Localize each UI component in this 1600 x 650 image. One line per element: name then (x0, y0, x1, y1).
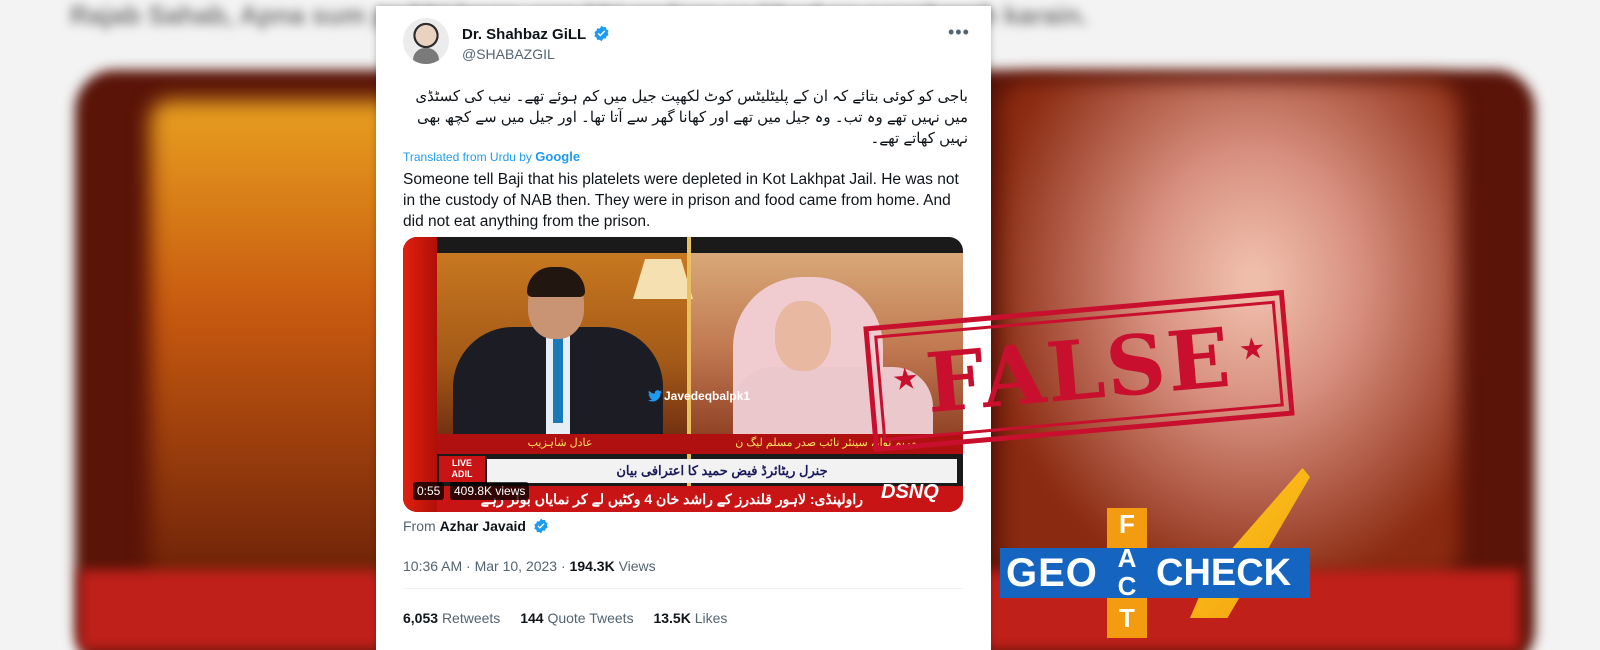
author-name-text[interactable]: Dr. Shahbaz GiLL (462, 26, 586, 43)
author-handle[interactable]: @SHABAZGIL (462, 46, 555, 62)
tweet-text-urdu: باجی کو کوئی بتائے کہ ان کے پلیٹلیٹس کوٹ… (415, 88, 968, 147)
video-source: From Azhar Javaid (403, 518, 549, 537)
stat-quote-tweets[interactable]: 144 Quote Tweets (520, 610, 633, 626)
divider (403, 588, 963, 589)
video-views: 409.8K views (450, 482, 530, 500)
video-guest-face (775, 301, 831, 371)
verified-badge-icon (593, 25, 610, 46)
live-label: LIVE (451, 458, 472, 468)
verified-badge-icon (533, 518, 549, 537)
logo-check-text: CHECK (1156, 552, 1292, 594)
video-watermark-text: Javedeqbalpk1 (664, 389, 751, 403)
stat-likes[interactable]: 13.5K Likes (653, 610, 727, 626)
video-headline: جنرل ریٹائرڈ فیض حمید کا اعترافی بیان (487, 459, 957, 483)
video-live-badge: LIVE ADIL (439, 456, 485, 482)
google-brand[interactable]: Google (535, 149, 580, 164)
live-sub-label: ADIL (451, 469, 473, 479)
translation-attribution[interactable]: Translated from Urdu by Google (403, 149, 580, 164)
more-options-icon[interactable]: ••• (948, 22, 970, 43)
video-watermark: Javedeqbalpk1 (648, 389, 750, 405)
views-label: Views (618, 558, 656, 574)
engagement-stats: 6,053 Retweets 144 Quote Tweets 13.5K Li… (403, 610, 743, 626)
quote-tweets-count: 144 (520, 610, 544, 626)
video-edge-red (403, 237, 437, 512)
likes-count: 13.5K (653, 610, 691, 626)
tweet-text-english: Someone tell Baji that his platelets wer… (403, 171, 959, 230)
from-author-link[interactable]: Azhar Javaid (440, 518, 526, 534)
logo-geo-text: GEO (1006, 551, 1098, 595)
views-count: 194.3K (569, 558, 615, 574)
timestamp-link[interactable]: 10:36 AM · Mar 10, 2023 · (403, 558, 566, 574)
geo-fact-check-logo: GEO F A C T CHECK (1000, 468, 1310, 638)
fact-letter: T (1119, 603, 1135, 633)
video-host-tie (553, 333, 563, 423)
translated-label[interactable]: Translated from Urdu by (403, 150, 532, 164)
video-nameplate-left: عادل شاہزیب (527, 437, 593, 449)
from-label: From (403, 518, 436, 534)
twitter-bird-icon (648, 390, 662, 405)
fact-letter: C (1117, 571, 1137, 601)
avatar[interactable] (403, 18, 449, 64)
fact-letter: A (1117, 543, 1137, 573)
video-duration: 0:55 (413, 482, 445, 500)
tweet-timestamp: 10:36 AM · Mar 10, 2023 · 194.3K Views (403, 558, 656, 574)
channel-logo: DSNQ (881, 481, 939, 503)
author-name[interactable]: Dr. Shahbaz GiLL (462, 25, 610, 46)
retweets-count: 6,053 (403, 610, 439, 626)
star-icon: ★ (1237, 331, 1268, 367)
quote-tweets-label: Quote Tweets (547, 610, 634, 626)
retweets-label: Retweets (441, 610, 501, 626)
likes-label: Likes (694, 610, 728, 626)
fact-letter: F (1119, 509, 1135, 539)
background-left-figure (150, 100, 410, 620)
stat-retweets[interactable]: 6,053 Retweets (403, 610, 500, 626)
